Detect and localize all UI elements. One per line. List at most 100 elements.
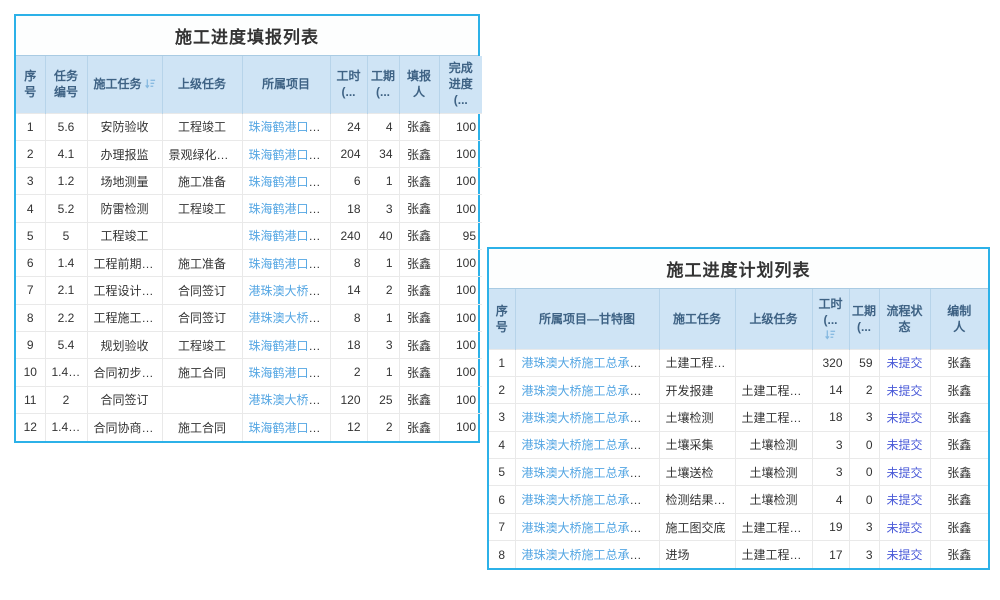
- cell-text: 8: [27, 311, 34, 325]
- project-link[interactable]: 港珠澳大桥施工总承包项目: [522, 521, 660, 535]
- project-link[interactable]: 港珠澳大桥施工总承包项目: [522, 411, 660, 425]
- table-cell: 珠海鹤港口建设: [242, 331, 330, 358]
- column-header-label: 所属项目: [262, 77, 310, 91]
- table-cell: 合同协商签订: [87, 413, 162, 440]
- column-header-4[interactable]: 工时 (...: [812, 289, 849, 349]
- column-header-label: 所属项目—甘特图: [539, 312, 635, 326]
- project-link[interactable]: 港珠澳大桥施...: [249, 284, 331, 298]
- project-link[interactable]: 珠海鹤港口建设: [249, 339, 331, 353]
- project-link[interactable]: 港珠澳大桥施...: [249, 393, 331, 407]
- sort-icon[interactable]: [145, 77, 156, 91]
- cell-text: 张鑫: [407, 339, 431, 353]
- table-cell: 4.1: [45, 140, 87, 167]
- project-link[interactable]: 珠海鹤港口建设: [249, 175, 331, 189]
- table-cell: 2: [45, 386, 87, 413]
- column-header-label: 上级任务: [749, 312, 797, 326]
- cell-text: 100: [456, 120, 476, 134]
- table-row: 4港珠澳大桥施工总承包项目土壤采集土壤检测30未提交张鑫: [489, 431, 988, 458]
- table-cell: 防雷检测: [87, 195, 162, 222]
- cell-text: 土建工程施工: [742, 411, 813, 425]
- cell-text: 土壤送检: [666, 466, 714, 480]
- cell-text: 张鑫: [407, 229, 431, 243]
- status-link[interactable]: 未提交: [886, 548, 922, 562]
- status-link[interactable]: 未提交: [886, 493, 922, 507]
- status-link[interactable]: 未提交: [886, 521, 922, 535]
- table-row: 101.4....合同初步拟定施工合同珠海鹤港口建设21张鑫100: [16, 359, 482, 386]
- table-cell: 张鑫: [930, 459, 988, 486]
- table-cell: 施工合同: [162, 359, 242, 386]
- project-link[interactable]: 珠海鹤港口建设: [249, 148, 331, 162]
- column-header-1: 任务 编号: [45, 56, 87, 113]
- table-cell: 100: [439, 277, 482, 304]
- project-link[interactable]: 珠海鹤港口建设: [249, 202, 331, 216]
- table-row: 112合同签订港珠澳大桥施...12025张鑫100: [16, 386, 482, 413]
- table-cell: 100: [439, 113, 482, 140]
- table-cell: 100: [439, 250, 482, 277]
- project-link[interactable]: 港珠澳大桥施工总承包项目: [522, 438, 660, 452]
- cell-text: 3: [386, 338, 393, 352]
- project-link[interactable]: 港珠澳大桥施工总承包项目: [522, 548, 660, 562]
- cell-text: 工程施工合同: [94, 311, 163, 325]
- column-header-2: 施工任务: [659, 289, 735, 349]
- cell-text: 2: [866, 383, 873, 397]
- project-link[interactable]: 珠海鹤港口建设: [249, 421, 331, 435]
- cell-text: 6: [498, 493, 505, 507]
- table-cell: 工程施工合同: [87, 304, 162, 331]
- table-cell: 240: [330, 222, 367, 249]
- table-cell: 4: [367, 113, 399, 140]
- status-link[interactable]: 未提交: [886, 356, 922, 370]
- project-link[interactable]: 珠海鹤港口建设: [249, 366, 331, 380]
- table-cell: 18: [330, 331, 367, 358]
- cell-text: 土壤采集: [666, 438, 714, 452]
- table-cell: 3: [367, 195, 399, 222]
- project-link[interactable]: 港珠澳大桥施工总承包项目: [522, 356, 660, 370]
- table-cell: 土建工程施工: [735, 376, 812, 403]
- project-link[interactable]: 珠海鹤港口建设: [249, 229, 331, 243]
- table-cell: 张鑫: [930, 486, 988, 513]
- project-link[interactable]: 港珠澳大桥施工总承包项目: [522, 384, 660, 398]
- cell-text: 95: [463, 229, 476, 243]
- table-row: 15.6安防验收工程竣工珠海鹤港口建设244张鑫100: [16, 113, 482, 140]
- cell-text: 合同签订: [178, 311, 226, 325]
- column-header-2[interactable]: 施工任务: [87, 56, 162, 113]
- cell-text: 张鑫: [947, 356, 971, 370]
- cell-text: 24: [347, 120, 360, 134]
- cell-text: 工程设计合同: [94, 284, 163, 298]
- cell-text: 1.4: [58, 256, 75, 270]
- table-cell: 珠海鹤港口建设: [242, 113, 330, 140]
- table-cell: 1: [489, 349, 515, 376]
- project-link[interactable]: 港珠澳大桥施工总承包项目: [522, 466, 660, 480]
- cell-text: 土壤检测: [749, 493, 797, 507]
- table-cell: 港珠澳大桥施工总承包项目: [515, 513, 659, 540]
- project-link[interactable]: 港珠澳大桥施...: [249, 311, 331, 325]
- cell-text: 土建工程施工: [742, 521, 813, 535]
- table-cell: 100: [439, 168, 482, 195]
- cell-text: 张鑫: [407, 284, 431, 298]
- cell-text: 0: [866, 438, 873, 452]
- project-link[interactable]: 珠海鹤港口建设: [249, 257, 331, 271]
- progress-plan-table-body: 1港珠澳大桥施工总承包项目土建工程施工32059未提交张鑫2港珠澳大桥施工总承包…: [489, 349, 988, 568]
- cell-text: 2: [498, 383, 505, 397]
- project-link[interactable]: 珠海鹤港口建设: [249, 120, 331, 134]
- table-cell: 59: [849, 349, 879, 376]
- column-header-label: 序 号: [24, 69, 36, 99]
- status-link[interactable]: 未提交: [886, 411, 922, 425]
- cell-text: 景观绿化施工: [169, 148, 241, 162]
- cell-text: 2: [386, 420, 393, 434]
- sort-icon[interactable]: [815, 329, 847, 341]
- status-link[interactable]: 未提交: [886, 438, 922, 452]
- table-cell: 开发报建: [659, 376, 735, 403]
- status-link[interactable]: 未提交: [886, 384, 922, 398]
- column-header-7: 编制 人: [930, 289, 988, 349]
- progress-plan-table-title: 施工进度计划列表: [489, 249, 988, 289]
- cell-text: 18: [347, 338, 360, 352]
- cell-text: 240: [340, 229, 360, 243]
- table-cell: 土建工程施工: [735, 541, 812, 568]
- table-cell: 5.2: [45, 195, 87, 222]
- table-cell: 港珠澳大桥施工总承包项目: [515, 349, 659, 376]
- cell-text: 土建工程施工: [742, 384, 813, 398]
- project-link[interactable]: 港珠澳大桥施工总承包项目: [522, 493, 660, 507]
- table-cell: 100: [439, 413, 482, 440]
- table-cell: 张鑫: [399, 195, 439, 222]
- status-link[interactable]: 未提交: [886, 466, 922, 480]
